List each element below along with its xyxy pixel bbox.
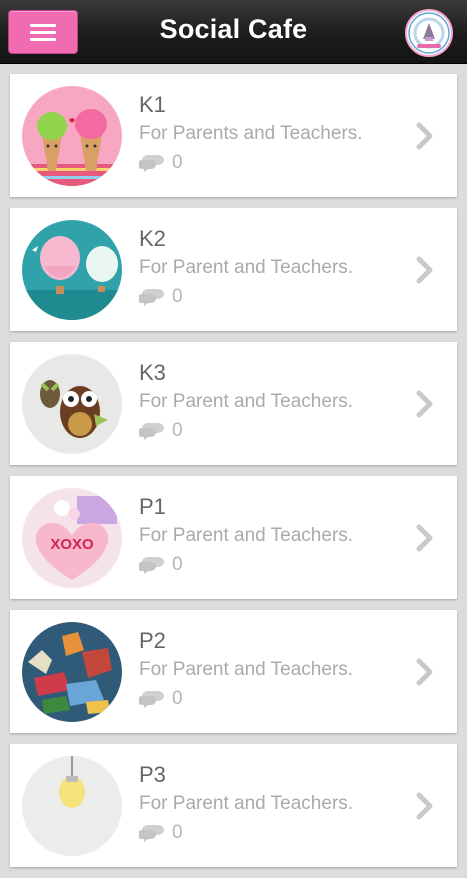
chevron-right-icon	[416, 122, 433, 150]
comment-count: 0	[172, 286, 183, 307]
comments-icon	[139, 691, 164, 708]
chevron-right-icon	[416, 792, 433, 820]
comments-icon	[139, 423, 164, 440]
list-item[interactable]: P3 For Parent and Teachers. 0	[10, 744, 457, 867]
comment-count: 0	[172, 822, 183, 843]
xoxo-candy-text: XOXO	[50, 536, 94, 553]
cafe-subtitle: For Parent and Teachers.	[139, 391, 354, 412]
cafe-subtitle: For Parent and Teachers.	[139, 525, 354, 546]
school-logo-icon[interactable]	[405, 9, 453, 57]
comments-icon	[139, 825, 164, 842]
ice-cream-cones-image	[22, 86, 122, 186]
cafe-subtitle: For Parents and Teachers.	[139, 123, 363, 144]
owl-toys-image	[22, 354, 122, 454]
comment-count: 0	[172, 152, 183, 173]
cafe-subtitle: For Parent and Teachers.	[139, 257, 354, 278]
top-navbar: Social Cafe	[0, 0, 467, 64]
xoxo-heart-image: XOXO	[22, 488, 122, 588]
cafe-title: P2	[139, 628, 166, 653]
list-item[interactable]: K1 For Parents and Teachers. 0	[10, 74, 457, 197]
comment-count: 0	[172, 554, 183, 575]
cafe-title: K1	[139, 92, 166, 117]
list-item[interactable]: XOXO P1 For Parent and Teachers. 0	[10, 476, 457, 599]
cafe-subtitle: For Parent and Teachers.	[139, 659, 354, 680]
chevron-right-icon	[416, 256, 433, 284]
fabric-animals-image	[22, 622, 122, 722]
light-bulb-image	[22, 756, 122, 856]
hot-air-balloons-image	[22, 220, 122, 320]
comments-icon	[139, 155, 164, 172]
cafe-title: K3	[139, 360, 166, 385]
comment-count: 0	[172, 688, 183, 709]
cafe-list: K1 For Parents and Teachers. 0 K2 For Pa…	[10, 74, 457, 878]
list-item[interactable]: K3 For Parent and Teachers. 0	[10, 342, 457, 465]
comments-icon	[139, 557, 164, 574]
cafe-title: P3	[139, 762, 166, 787]
list-item[interactable]: K2 For Parent and Teachers. 0	[10, 208, 457, 331]
chevron-right-icon	[416, 658, 433, 686]
comments-icon	[139, 289, 164, 306]
chevron-right-icon	[416, 524, 433, 552]
cafe-title: P1	[139, 494, 166, 519]
comment-count: 0	[172, 420, 183, 441]
cafe-subtitle: For Parent and Teachers.	[139, 793, 354, 814]
list-item[interactable]: P2 For Parent and Teachers. 0	[10, 610, 457, 733]
cafe-title: K2	[139, 226, 166, 251]
chevron-right-icon	[416, 390, 433, 418]
page-title: Social Cafe	[159, 14, 308, 44]
